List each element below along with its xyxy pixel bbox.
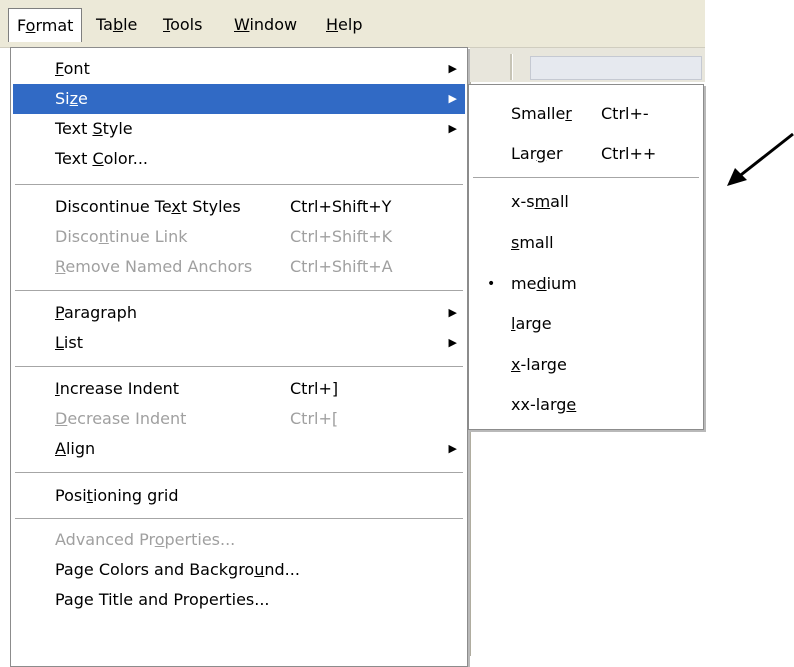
menu-item-align[interactable]: Align ▶ [13, 434, 465, 464]
menu-separator [15, 518, 463, 520]
menu-item-label: Text Style [55, 119, 133, 138]
submenu-item-medium[interactable]: • medium [471, 267, 701, 301]
menu-table[interactable]: Table [88, 8, 145, 42]
menu-item-label: Text Color... [55, 149, 149, 168]
menu-item-list[interactable]: List ▶ [13, 328, 465, 358]
toolbar-field[interactable] [530, 56, 702, 80]
menu-item-decrease-indent: Decrease Indent Ctrl+[ [13, 404, 465, 434]
menu-item-label: Font [55, 59, 90, 78]
menu-item-label: Discontinue Text Styles [55, 197, 241, 216]
menu-item-label: Page Colors and Background... [55, 560, 300, 579]
menu-label-part: rmat [35, 16, 74, 35]
selected-bullet-icon: • [487, 276, 496, 292]
menu-bar: Format Table Tools Window Help [0, 0, 705, 48]
menu-item-discontinue-text-styles[interactable]: Discontinue Text Styles Ctrl+Shift+Y [13, 192, 465, 222]
submenu-item-label: xx-large [511, 395, 577, 414]
menu-separator [15, 184, 463, 186]
menu-item-advanced-properties: Advanced Properties... [13, 525, 465, 555]
menu-label-part: indow [249, 15, 298, 34]
menu-item-text-style[interactable]: Text Style ▶ [13, 114, 465, 144]
toolbar-strip [470, 48, 705, 82]
menu-item-discontinue-link: Discontinue Link Ctrl+Shift+K [13, 222, 465, 252]
menu-item-shortcut: Ctrl+Shift+Y [290, 197, 392, 216]
menu-item-size[interactable]: Size ▶ [13, 84, 465, 114]
menu-mnemonic: H [326, 15, 339, 34]
menu-item-label: List [55, 333, 83, 352]
submenu-item-shortcut: Ctrl++ [601, 144, 657, 163]
submenu-item-label: medium [511, 274, 577, 293]
menu-mnemonic: b [112, 15, 124, 34]
submenu-arrow-icon: ▶ [448, 92, 457, 105]
menu-item-font[interactable]: Font ▶ [13, 54, 465, 84]
menu-item-increase-indent[interactable]: Increase Indent Ctrl+] [13, 374, 465, 404]
submenu-item-smaller[interactable]: Smaller Ctrl+- [471, 97, 701, 131]
menu-label-part: ools [170, 15, 203, 34]
submenu-arrow-icon: ▶ [448, 62, 457, 75]
submenu-arrow-icon: ▶ [448, 442, 457, 455]
menu-window[interactable]: Window [226, 8, 305, 42]
submenu-item-x-large[interactable]: x-large [471, 348, 701, 382]
submenu-item-label: small [511, 233, 554, 252]
menu-item-shortcut: Ctrl+[ [290, 409, 339, 428]
menu-label-part: F [17, 16, 26, 35]
submenu-arrow-icon: ▶ [448, 336, 457, 349]
menu-item-label: Page Title and Properties... [55, 590, 270, 609]
menu-item-label: Paragraph [55, 303, 137, 322]
submenu-item-shortcut: Ctrl+- [601, 104, 649, 123]
menu-item-positioning-grid[interactable]: Positioning grid [13, 481, 465, 511]
menu-label-part: Ta [96, 15, 113, 34]
annotation-arrow-icon [727, 132, 794, 186]
menu-item-text-color[interactable]: Text Color... [13, 144, 465, 174]
menu-mnemonic: T [163, 15, 171, 34]
menu-item-label: Decrease Indent [55, 409, 187, 428]
submenu-separator [473, 177, 699, 179]
menu-separator [15, 366, 463, 368]
menu-item-label: Advanced Properties... [55, 530, 236, 549]
size-submenu: Smaller Ctrl+- Larger Ctrl++ x-small sma… [468, 84, 704, 430]
submenu-item-large[interactable]: large [471, 307, 701, 341]
menu-format[interactable]: Format [8, 8, 83, 42]
menu-item-paragraph[interactable]: Paragraph ▶ [13, 298, 465, 328]
submenu-item-label: x-small [511, 192, 569, 211]
menu-item-shortcut: Ctrl+Shift+A [290, 257, 393, 276]
submenu-item-label: Smaller [511, 104, 572, 123]
menu-item-label: Discontinue Link [55, 227, 188, 246]
submenu-item-x-small[interactable]: x-small [471, 185, 701, 219]
menu-item-remove-named-anchors: Remove Named Anchors Ctrl+Shift+A [13, 252, 465, 282]
submenu-arrow-icon: ▶ [448, 306, 457, 319]
format-menu: Font ▶ Size ▶ Text Style ▶ Text Color...… [10, 47, 468, 667]
menu-mnemonic: W [234, 15, 250, 34]
menu-item-label: Remove Named Anchors [55, 257, 253, 276]
submenu-item-larger[interactable]: Larger Ctrl++ [471, 137, 701, 171]
submenu-item-label: large [511, 314, 552, 333]
menu-item-label: Positioning grid [55, 486, 179, 505]
menu-item-shortcut: Ctrl+Shift+K [290, 227, 393, 246]
menu-separator [15, 472, 463, 474]
menu-item-label: Align [55, 439, 96, 458]
submenu-item-small[interactable]: small [471, 226, 701, 260]
menu-label-part: elp [338, 15, 363, 34]
menu-item-label: Increase Indent [55, 379, 180, 398]
menu-label-part: le [123, 15, 138, 34]
menu-tools[interactable]: Tools [155, 8, 210, 42]
menu-separator [15, 290, 463, 292]
menu-item-page-title-properties[interactable]: Page Title and Properties... [13, 585, 465, 615]
submenu-item-label: x-large [511, 355, 567, 374]
submenu-item-xx-large[interactable]: xx-large [471, 388, 701, 422]
toolbar-separator [510, 54, 513, 80]
submenu-arrow-icon: ▶ [448, 122, 457, 135]
menu-item-page-colors-background[interactable]: Page Colors and Background... [13, 555, 465, 585]
submenu-item-label: Larger [511, 144, 563, 163]
menu-item-label: Size [55, 89, 88, 108]
menu-item-shortcut: Ctrl+] [290, 379, 339, 398]
menu-help[interactable]: Help [318, 8, 370, 42]
menu-mnemonic: o [25, 16, 36, 35]
